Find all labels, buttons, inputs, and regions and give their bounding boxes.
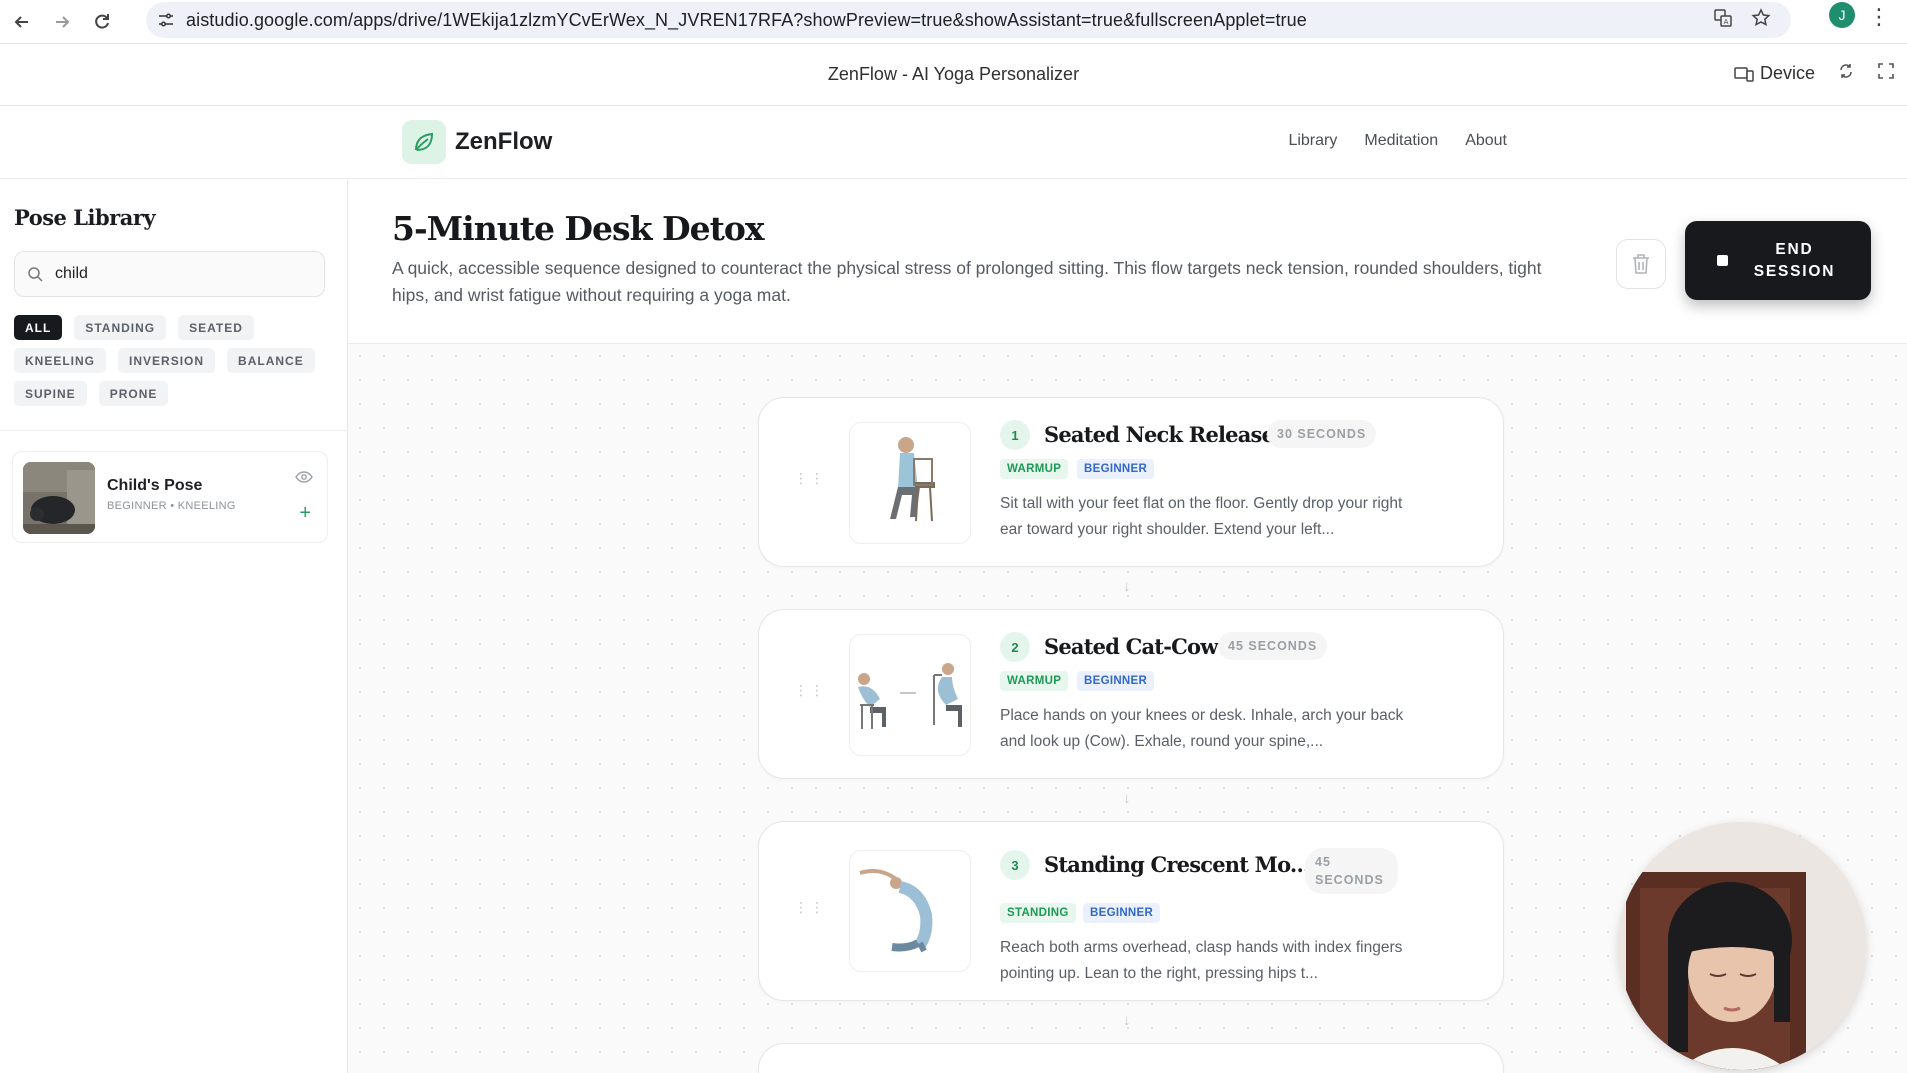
more-menu-icon[interactable]: ⋮: [1868, 4, 1890, 30]
tag-beginner: BEGINNER: [1077, 671, 1155, 691]
session-description: A quick, accessible sequence designed to…: [392, 258, 1542, 305]
webcam-preview: [1618, 822, 1866, 1070]
filter-balance[interactable]: BALANCE: [227, 348, 315, 373]
stop-icon: [1716, 255, 1728, 266]
tag-warmup: WARMUP: [1000, 459, 1069, 479]
filter-supine[interactable]: SUPINE: [14, 381, 87, 406]
trash-icon: [1633, 254, 1649, 274]
step-duration: 30 SECONDS: [1267, 420, 1377, 448]
step-number: 3: [1000, 850, 1030, 880]
nav-meditation[interactable]: Meditation: [1364, 132, 1438, 150]
pose-thumbnail: [23, 462, 95, 534]
step-duration-unit: SECONDS: [1315, 873, 1384, 887]
sidebar-title: Pose Library: [14, 205, 156, 230]
nav-about[interactable]: About: [1465, 132, 1507, 150]
tag-standing: STANDING: [1000, 903, 1076, 923]
nav-library[interactable]: Library: [1288, 132, 1337, 150]
reload-icon[interactable]: [84, 4, 120, 40]
step-duration: 45 SECONDS: [1305, 848, 1398, 894]
sequence-step-3[interactable]: ⋮⋮ 3 Standing Crescent Mo... 45 SECONDS …: [758, 821, 1504, 1001]
step-description: Place hands on your knees or desk. Inhal…: [1000, 707, 1404, 750]
translate-icon[interactable]: A: [1713, 8, 1733, 33]
sequence-step-2[interactable]: ⋮⋮ 2 Seated Cat-Cow 45 SECONDS WARMUP BE…: [758, 609, 1504, 779]
zenflow-logo[interactable]: [402, 120, 446, 164]
device-button[interactable]: Device: [1734, 63, 1815, 84]
tag-warmup: WARMUP: [1000, 671, 1069, 691]
sequence-step-4[interactable]: [758, 1043, 1504, 1073]
pose-search: [14, 251, 325, 297]
step-number: 1: [1000, 420, 1030, 450]
sidebar-divider: [0, 430, 347, 431]
end-session-label: END SESSION: [1753, 240, 1836, 280]
filter-chips: ALL STANDING SEATED KNEELING INVERSION B…: [14, 315, 324, 406]
device-label: Device: [1759, 63, 1815, 83]
step-title: Seated Cat-Cow: [1044, 634, 1218, 659]
step-illustration: [849, 422, 971, 544]
pose-name: Child's Pose: [107, 477, 203, 494]
step-number: 2: [1000, 632, 1030, 662]
step-description: Sit tall with your feet flat on the floo…: [1000, 495, 1403, 538]
url-text: aistudio.google.com/apps/drive/1WEkija1z…: [186, 9, 1307, 30]
app-title-bar: ZenFlow - AI Yoga Personalizer Device: [0, 44, 1907, 106]
refresh-icon[interactable]: [1837, 62, 1855, 85]
step-title: Seated Neck Releases: [1044, 422, 1286, 447]
step-illustration: [849, 634, 971, 756]
search-input[interactable]: [55, 265, 305, 283]
tag-beginner: BEGINNER: [1077, 459, 1155, 479]
add-pose-icon[interactable]: +: [299, 502, 311, 525]
step-duration-value: 45: [1315, 855, 1331, 869]
drag-handle-icon[interactable]: ⋮⋮: [794, 900, 824, 914]
leaf-icon: [415, 132, 434, 151]
pose-library-sidebar: Pose Library ALL STANDING SEATED KNEELIN…: [0, 179, 348, 1073]
session-header: 5-Minute Desk Detox A quick, accessible …: [348, 179, 1907, 344]
pose-meta: BEGINNER • KNEELING: [107, 500, 236, 512]
arrow-down-icon: ↓: [1123, 1012, 1131, 1029]
filter-kneeling[interactable]: KNEELING: [14, 348, 107, 373]
tag-beginner: BEGINNER: [1083, 903, 1161, 923]
step-illustration: [849, 850, 971, 972]
site-header: ZenFlow Library Meditation About: [0, 106, 1907, 179]
pose-result-card[interactable]: Child's Pose BEGINNER • KNEELING +: [12, 451, 328, 543]
end-session-button[interactable]: END SESSION: [1685, 221, 1871, 300]
svg-text:A: A: [1724, 18, 1729, 26]
filter-inversion[interactable]: INVERSION: [118, 348, 216, 373]
back-icon[interactable]: [4, 4, 40, 40]
drag-handle-icon[interactable]: ⋮⋮: [794, 683, 824, 697]
site-settings-icon[interactable]: [146, 11, 186, 29]
device-icon: [1734, 66, 1754, 82]
drag-handle-icon[interactable]: ⋮⋮: [794, 471, 824, 485]
step-title: Standing Crescent Mo...: [1044, 852, 1310, 877]
search-icon: [15, 266, 55, 282]
delete-session-button[interactable]: [1616, 239, 1666, 289]
session-title: 5-Minute Desk Detox: [392, 209, 765, 248]
filter-standing[interactable]: STANDING: [74, 315, 167, 340]
browser-toolbar: aistudio.google.com/apps/drive/1WEkija1z…: [0, 0, 1907, 44]
sequence-step-1[interactable]: ⋮⋮ 1 Seated Neck Releases 30 SECONDS WAR…: [758, 397, 1504, 567]
filter-seated[interactable]: SEATED: [178, 315, 254, 340]
fullscreen-icon[interactable]: [1877, 62, 1895, 85]
preview-eye-icon[interactable]: [295, 470, 313, 488]
brand-name[interactable]: ZenFlow: [455, 128, 552, 156]
arrow-down-icon: ↓: [1123, 790, 1131, 807]
profile-avatar[interactable]: J: [1829, 2, 1855, 28]
step-description: Reach both arms overhead, clasp hands wi…: [1000, 939, 1403, 982]
bookmark-star-icon[interactable]: [1751, 7, 1771, 33]
filter-all[interactable]: ALL: [14, 315, 63, 340]
address-bar[interactable]: aistudio.google.com/apps/drive/1WEkija1z…: [146, 2, 1791, 38]
step-duration: 45 SECONDS: [1218, 632, 1328, 660]
filter-prone[interactable]: PRONE: [98, 381, 169, 406]
forward-icon[interactable]: [44, 4, 80, 40]
arrow-down-icon: ↓: [1123, 578, 1131, 595]
app-title: ZenFlow - AI Yoga Personalizer: [827, 64, 1080, 84]
